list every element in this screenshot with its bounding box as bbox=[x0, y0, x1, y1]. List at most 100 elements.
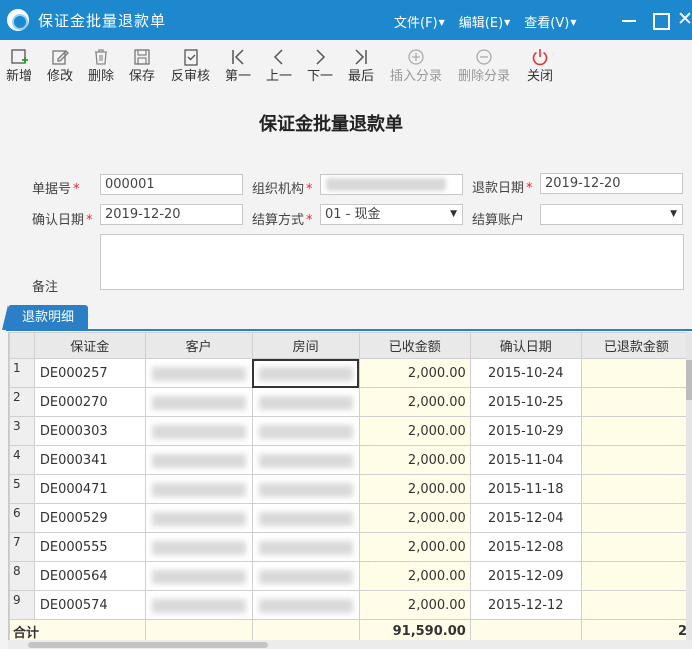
received-amount-cell[interactable]: 2,000.00 bbox=[358, 503, 471, 533]
room-cell[interactable] bbox=[251, 561, 360, 591]
tab-refund-detail[interactable]: 退款明细 bbox=[2, 305, 88, 330]
row-number: 9 bbox=[9, 590, 35, 620]
deposit-code-cell[interactable]: DE000257 bbox=[33, 358, 146, 388]
deposit-code-cell[interactable]: DE000471 bbox=[33, 474, 146, 504]
table-row[interactable]: 1 DE000257 2,000.00 2015-10-24 bbox=[9, 358, 692, 388]
settle-account-select[interactable]: ▼ bbox=[540, 204, 683, 225]
table-row[interactable]: 6 DE000529 2,000.00 2015-12-04 bbox=[9, 503, 692, 533]
scroll-thumb[interactable] bbox=[28, 642, 268, 648]
row-number: 6 bbox=[9, 503, 35, 533]
customer-cell[interactable] bbox=[144, 358, 253, 388]
table-row[interactable]: 2 DE000270 2,000.00 2015-10-25 bbox=[9, 387, 692, 417]
table-row[interactable]: 8 DE000564 2,000.00 2015-12-09 bbox=[9, 561, 692, 591]
received-amount-cell[interactable]: 2,000.00 bbox=[358, 445, 471, 475]
table-row[interactable]: 3 DE000303 2,000.00 2015-10-29 bbox=[9, 416, 692, 446]
minimize-button[interactable] bbox=[619, 10, 639, 30]
column-header[interactable]: 已收金额 bbox=[358, 332, 471, 359]
deposit-code-cell[interactable]: DE000574 bbox=[33, 590, 146, 620]
table-row[interactable]: 4 DE000341 2,000.00 2015-11-04 bbox=[9, 445, 692, 475]
save-button[interactable]: 保存 bbox=[129, 47, 155, 85]
customer-cell[interactable] bbox=[144, 532, 253, 562]
table-row[interactable]: 5 DE000471 2,000.00 2015-11-18 bbox=[9, 474, 692, 504]
refunded-amount-cell[interactable] bbox=[580, 532, 692, 562]
deposit-code-cell[interactable]: DE000564 bbox=[33, 561, 146, 591]
received-amount-cell[interactable]: 2,000.00 bbox=[358, 358, 471, 388]
room-cell[interactable] bbox=[251, 590, 360, 620]
confirm-date-cell[interactable]: 2015-12-09 bbox=[469, 561, 582, 591]
refunded-amount-cell[interactable] bbox=[580, 358, 692, 388]
confirm-date-input[interactable]: 2019-12-20 bbox=[100, 204, 243, 225]
column-header[interactable]: 房间 bbox=[251, 332, 360, 359]
horizontal-scrollbar[interactable] bbox=[8, 640, 692, 649]
insert-row-button[interactable]: 插入分录 bbox=[390, 47, 442, 85]
close-window-button[interactable]: ✕ bbox=[677, 10, 692, 30]
refunded-amount-cell[interactable] bbox=[580, 445, 692, 475]
received-amount-cell[interactable]: 2,000.00 bbox=[358, 387, 471, 417]
delete-button[interactable]: 删除 bbox=[88, 47, 114, 85]
table-row[interactable]: 7 DE000555 2,000.00 2015-12-08 bbox=[9, 532, 692, 562]
remark-textarea[interactable] bbox=[100, 234, 684, 290]
menu-edit[interactable]: 编辑(E)▼ bbox=[459, 12, 511, 31]
customer-cell[interactable] bbox=[144, 387, 253, 417]
confirm-date-cell[interactable]: 2015-12-08 bbox=[469, 532, 582, 562]
refunded-amount-cell[interactable] bbox=[580, 590, 692, 620]
refunded-amount-cell[interactable] bbox=[580, 474, 692, 504]
confirm-date-cell[interactable]: 2015-10-29 bbox=[469, 416, 582, 446]
deposit-code-cell[interactable]: DE000529 bbox=[33, 503, 146, 533]
room-cell[interactable] bbox=[251, 474, 360, 504]
unapprove-button[interactable]: 反审核 bbox=[171, 47, 210, 85]
room-cell[interactable] bbox=[251, 387, 360, 417]
room-cell[interactable] bbox=[251, 358, 360, 388]
column-header[interactable]: 保证金 bbox=[33, 332, 146, 359]
received-amount-cell[interactable]: 2,000.00 bbox=[358, 532, 471, 562]
confirm-date-cell[interactable]: 2015-11-04 bbox=[469, 445, 582, 475]
first-button[interactable]: 第一 bbox=[225, 47, 251, 85]
customer-cell[interactable] bbox=[144, 474, 253, 504]
customer-cell[interactable] bbox=[144, 416, 253, 446]
edit-button[interactable]: 修改 bbox=[47, 47, 73, 85]
confirm-date-cell[interactable]: 2015-12-12 bbox=[469, 590, 582, 620]
confirm-date-cell[interactable]: 2015-10-25 bbox=[469, 387, 582, 417]
customer-cell[interactable] bbox=[144, 561, 253, 591]
received-amount-cell[interactable]: 2,000.00 bbox=[358, 474, 471, 504]
settle-method-select[interactable]: 01 - 现金 ▼ bbox=[320, 204, 463, 225]
column-header[interactable]: 已退款金额 bbox=[580, 332, 692, 359]
column-header[interactable]: 客户 bbox=[144, 332, 253, 359]
customer-cell[interactable] bbox=[144, 445, 253, 475]
refunded-amount-cell[interactable] bbox=[580, 503, 692, 533]
menu-file[interactable]: 文件(F)▼ bbox=[394, 12, 445, 31]
confirm-date-cell[interactable]: 2015-11-18 bbox=[469, 474, 582, 504]
received-amount-cell[interactable]: 2,000.00 bbox=[358, 561, 471, 591]
deposit-code-cell[interactable]: DE000555 bbox=[33, 532, 146, 562]
delete-row-button[interactable]: 删除分录 bbox=[458, 47, 510, 85]
table-row[interactable]: 9 DE000574 2,000.00 2015-12-12 bbox=[9, 590, 692, 620]
room-cell[interactable] bbox=[251, 445, 360, 475]
scroll-thumb[interactable] bbox=[686, 360, 692, 400]
room-cell[interactable] bbox=[251, 532, 360, 562]
refunded-amount-cell[interactable] bbox=[580, 561, 692, 591]
received-amount-cell[interactable]: 2,000.00 bbox=[358, 416, 471, 446]
customer-cell[interactable] bbox=[144, 503, 253, 533]
menu-view[interactable]: 查看(V)▼ bbox=[524, 12, 576, 31]
confirm-date-cell[interactable]: 2015-10-24 bbox=[469, 358, 582, 388]
close-button[interactable]: 关闭 bbox=[527, 47, 553, 85]
deposit-code-cell[interactable]: DE000341 bbox=[33, 445, 146, 475]
received-amount-cell[interactable]: 2,000.00 bbox=[358, 590, 471, 620]
prev-button[interactable]: 上一 bbox=[266, 47, 292, 85]
next-button[interactable]: 下一 bbox=[307, 47, 333, 85]
refunded-amount-cell[interactable] bbox=[580, 387, 692, 417]
vertical-scrollbar[interactable] bbox=[686, 332, 692, 640]
deposit-code-cell[interactable]: DE000270 bbox=[33, 387, 146, 417]
refunded-amount-cell[interactable] bbox=[580, 416, 692, 446]
deposit-code-cell[interactable]: DE000303 bbox=[33, 416, 146, 446]
add-button[interactable]: 新增 bbox=[6, 47, 32, 85]
maximize-button[interactable] bbox=[650, 10, 670, 30]
room-cell[interactable] bbox=[251, 503, 360, 533]
refund-date-input[interactable]: 2019-12-20 bbox=[540, 173, 683, 194]
doc-no-input[interactable]: 000001 bbox=[100, 174, 243, 195]
customer-cell[interactable] bbox=[144, 590, 253, 620]
confirm-date-cell[interactable]: 2015-12-04 bbox=[469, 503, 582, 533]
room-cell[interactable] bbox=[251, 416, 360, 446]
last-button[interactable]: 最后 bbox=[348, 47, 374, 85]
column-header[interactable]: 确认日期 bbox=[469, 332, 582, 359]
